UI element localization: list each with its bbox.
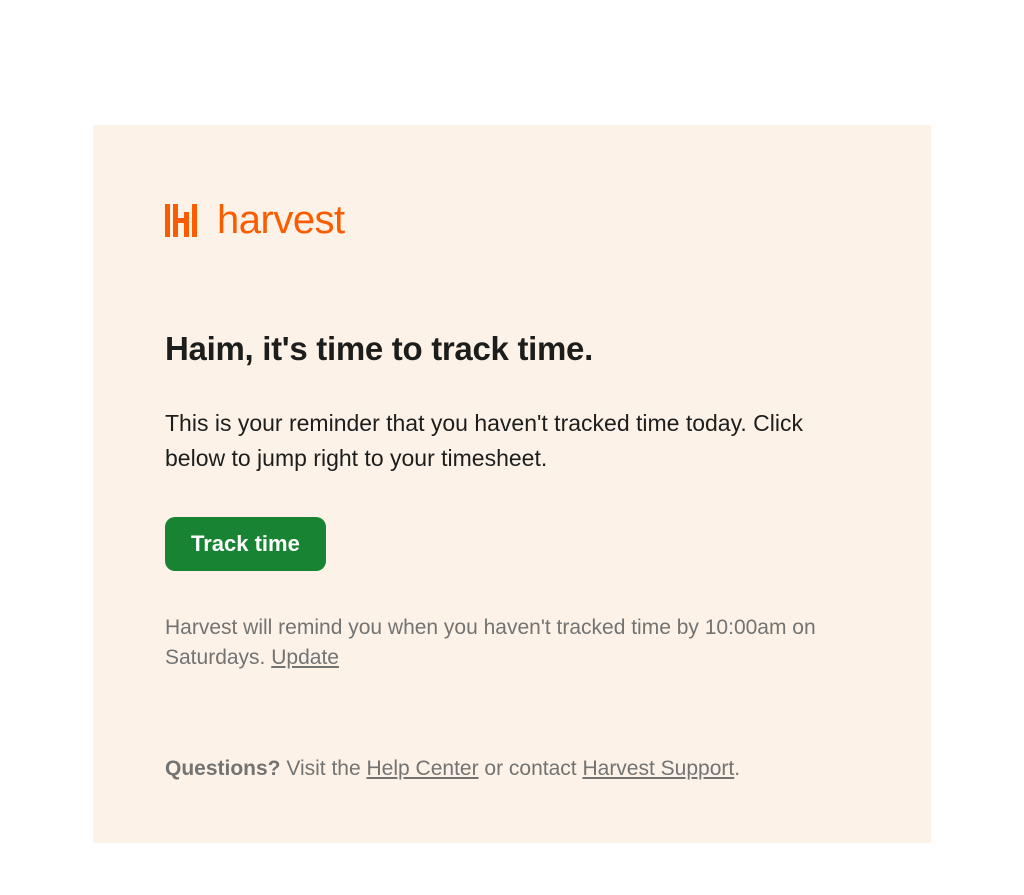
footer-text-before-help: Visit the (281, 757, 367, 780)
reminder-schedule-text: Harvest will remind you when you haven't… (165, 613, 859, 674)
questions-label: Questions? (165, 757, 281, 780)
update-reminder-link[interactable]: Update (271, 646, 339, 669)
footer-help-text: Questions? Visit the Help Center or cont… (165, 754, 859, 783)
brand-logo: harvest (165, 200, 859, 240)
harvest-support-link[interactable]: Harvest Support (582, 757, 734, 780)
track-time-button[interactable]: Track time (165, 517, 326, 571)
email-heading: Haim, it's time to track time. (165, 330, 859, 368)
brand-name: harvest (217, 200, 345, 240)
help-center-link[interactable]: Help Center (367, 757, 479, 780)
email-card: harvest Haim, it's time to track time. T… (93, 125, 931, 843)
footer-text-middle: or contact (479, 757, 583, 780)
footer-text-after: . (734, 757, 740, 780)
harvest-logo-icon (165, 203, 205, 237)
reminder-text-before: Harvest will remind you when you haven't… (165, 616, 816, 669)
email-body: This is your reminder that you haven't t… (165, 406, 859, 475)
